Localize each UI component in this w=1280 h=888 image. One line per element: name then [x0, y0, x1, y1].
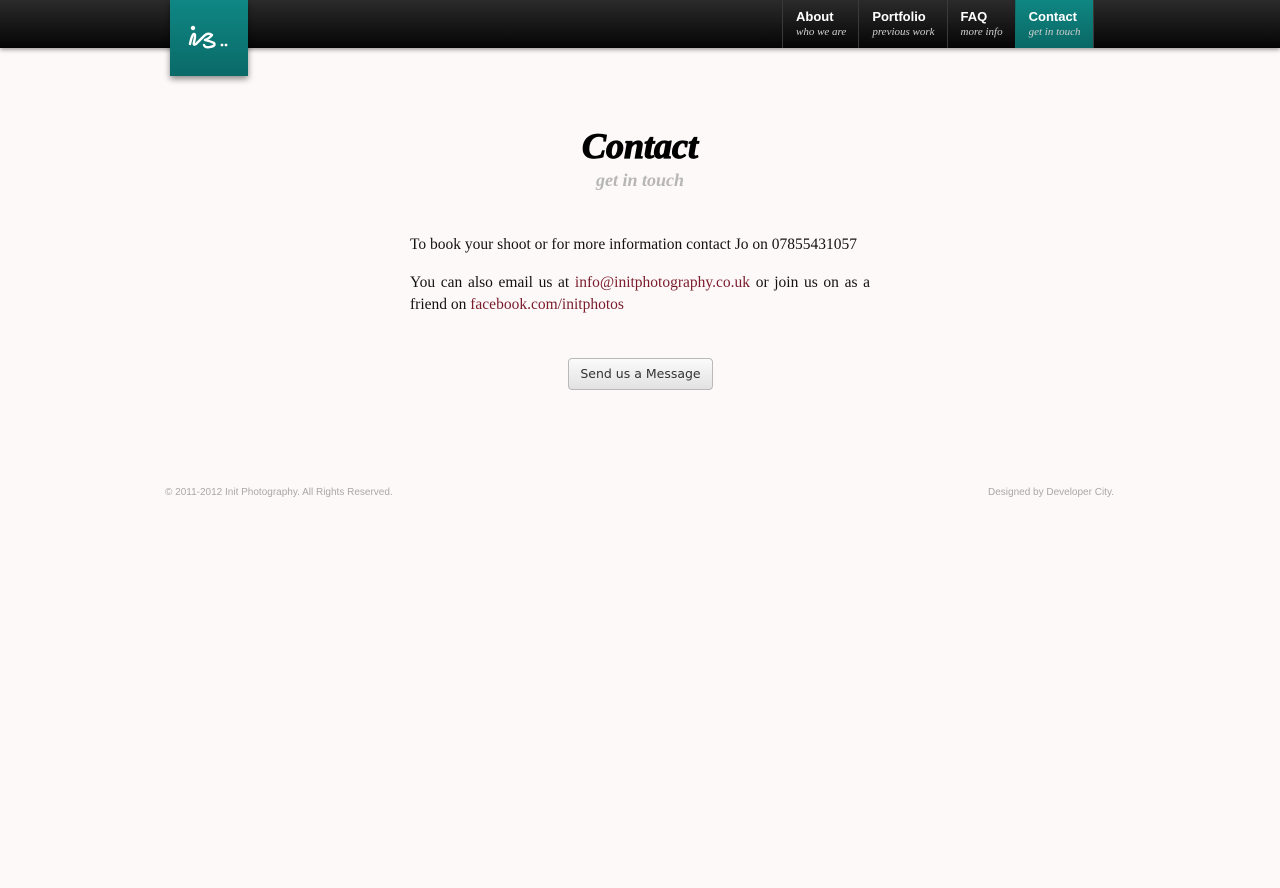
- footer-copyright: © 2011-2012 Init Photography. All Rights…: [165, 487, 393, 498]
- contact-content: To book your shoot or for more informati…: [410, 234, 870, 332]
- nav-item-title: FAQ: [960, 9, 988, 24]
- nav-item-faq[interactable]: FAQ more info: [946, 0, 1015, 48]
- nav-item-title: About: [796, 9, 834, 24]
- booking-paragraph: To book your shoot or for more informati…: [410, 236, 858, 253]
- nav-item-portfolio[interactable]: Portfolio previous work: [858, 0, 946, 48]
- send-message-button[interactable]: Send us a Message: [568, 358, 713, 390]
- page-title-graphic: Contact: [581, 125, 699, 166]
- facebook-link[interactable]: facebook.com/initphotos: [470, 296, 624, 313]
- email-link[interactable]: info@initphotography.co.uk: [575, 274, 750, 291]
- page-title: Contact: [0, 120, 1280, 168]
- nav-item-about[interactable]: About who we are: [782, 0, 858, 48]
- main-nav: About who we are Portfolio previous work…: [782, 0, 1094, 48]
- nav-item-title: Contact: [1028, 9, 1077, 24]
- nav-item-subtitle: more info: [960, 26, 1003, 38]
- email-prefix-text: You can also email us at: [410, 274, 570, 291]
- nav-item-subtitle: who we are: [796, 26, 847, 38]
- nav-item-title: Portfolio: [872, 9, 926, 24]
- nav-item-contact[interactable]: Contact get in touch: [1014, 0, 1094, 48]
- page-subtitle: get in touch: [595, 170, 684, 190]
- nav-item-subtitle: previous work: [872, 26, 935, 38]
- site-logo[interactable]: [170, 0, 248, 76]
- nav-item-subtitle: get in touch: [1028, 26, 1081, 38]
- page-title-text: Contact: [582, 126, 699, 166]
- footer-designer: Designed by Developer City.: [988, 487, 1114, 498]
- is-script-logo-icon: [188, 25, 228, 49]
- email-paragraph: You can also email us at info@initphotog…: [410, 272, 870, 316]
